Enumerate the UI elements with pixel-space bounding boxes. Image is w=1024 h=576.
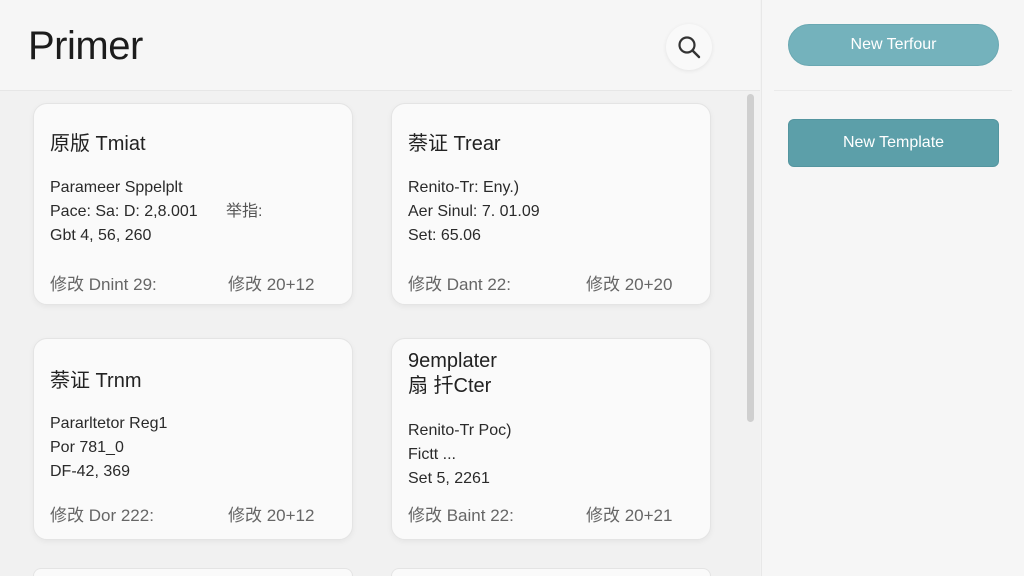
card-title: 萘证 Trnm [50,370,142,392]
card-modified-value: 修改 20+12 [228,275,315,294]
search-icon [678,36,701,59]
card-detail-line: Gbt 4, 56, 260 [50,227,152,244]
card-details: Renito-Tr Poc) Fictt ... Set 5, 2261 [408,419,698,491]
header-bar: Primer [0,0,760,91]
card-detail-extra: 举指: [226,203,263,220]
card-details: Pararltetor Reg1 Por 781_0 DF-42, 369 [50,412,340,484]
card-modified-label: 修改 Baint 22: [408,506,514,525]
template-card[interactable]: 萘证 Trnm Pararltetor Reg1 Por 781_0 DF-42… [33,338,353,540]
actions-panel: New Terfour New Template [761,0,1024,576]
card-title: 9emplater 扇 扦Cter [408,350,497,397]
card-detail-line: Por 781_0 [50,439,124,456]
card-detail-line: Renito-Tr Poc) [408,422,512,439]
card-details: Parameer Sppelplt Pace: Sa: D: 2,8.001 举… [50,176,340,248]
template-card[interactable]: 原版 Tmiat Parameer Sppelplt Pace: Sa: D: … [33,103,353,305]
card-detail-text: Pace: Sa: D: 2,8.001 [50,203,198,220]
search-button[interactable] [666,24,712,70]
card-detail-line: Pararltetor Reg1 [50,415,168,432]
template-card[interactable]: 萘证 Trear Renito-Tr: Eny.) Aer Sinul: 7. … [391,103,711,305]
template-card[interactable]: 9emplater 扇 扦Cter Renito-Tr Poc) Fictt .… [391,338,711,540]
card-modified-value: 修改 20+20 [586,275,673,294]
page-title: Primer [28,24,143,68]
card-detail-line: Pace: Sa: D: 2,8.001 举指: [50,200,340,224]
template-card-partial[interactable] [391,568,711,576]
card-detail-line: Set 5, 2261 [408,470,490,487]
card-detail-line: DF-42, 369 [50,463,131,480]
card-title: 原版 Tmiat [50,133,146,155]
card-detail-line: Fictt ... [408,446,456,463]
card-details: Renito-Tr: Eny.) Aer Sinul: 7. 01.09 Set… [408,176,698,248]
new-template-button[interactable]: New Template [788,119,999,167]
template-card-partial[interactable] [33,568,353,576]
card-modified-value: 修改 20+12 [228,506,315,525]
card-detail-line: Set: 65.06 [408,227,481,244]
template-list-panel: Primer 原版 Tmiat Parameer Sppelplt Pace: … [0,0,760,576]
scrollbar-thumb[interactable] [747,94,754,422]
card-detail-line: Aer Sinul: 7. 01.09 [408,203,540,220]
card-detail-line: Parameer Sppelplt [50,179,183,196]
card-title: 萘证 Trear [408,133,501,155]
card-modified-label: 修改 Dor 222: [50,506,154,525]
card-modified-label: 修改 Dnint 29: [50,275,157,294]
scrollbar[interactable] [745,92,755,576]
card-modified-value: 修改 20+21 [586,506,673,525]
card-detail-line: Renito-Tr: Eny.) [408,179,520,196]
new-terfour-button[interactable]: New Terfour [788,24,999,66]
divider [774,90,1012,91]
card-modified-label: 修改 Dant 22: [408,275,511,294]
